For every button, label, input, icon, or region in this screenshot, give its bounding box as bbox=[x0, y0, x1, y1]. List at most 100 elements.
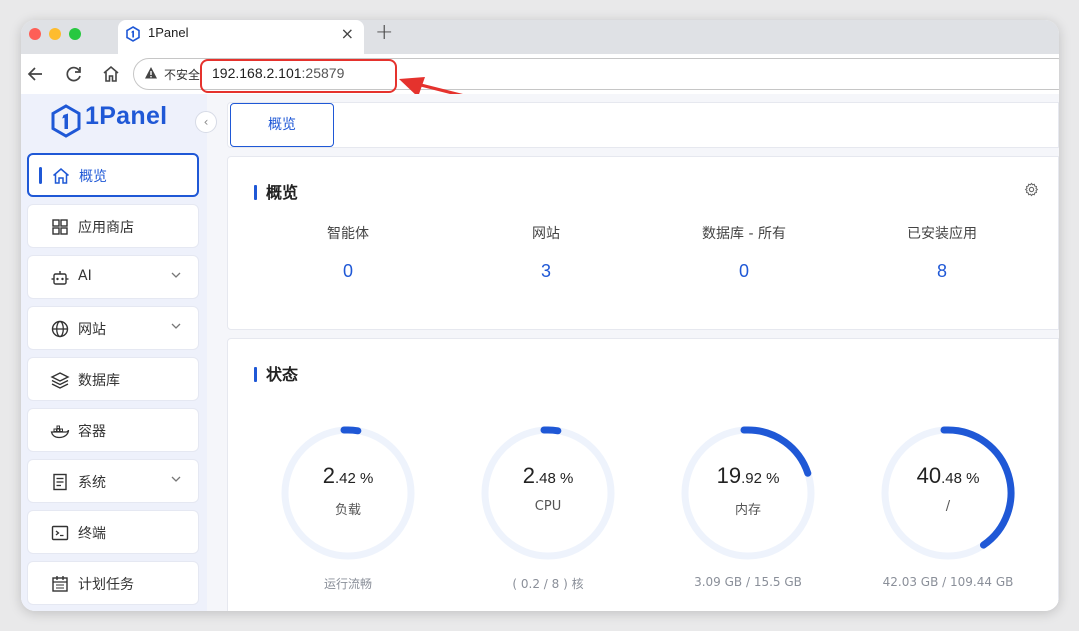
sidebar: 1Panel ‹ 概览 应用商店 AI 网站 数据库 容器 系统 终端 计划任务 bbox=[21, 94, 217, 611]
chevron-down-icon bbox=[171, 323, 181, 329]
1panel-favicon-icon bbox=[126, 26, 140, 46]
active-indicator bbox=[39, 167, 42, 184]
sidebar-item-label: 应用商店 bbox=[78, 220, 134, 236]
insecure-label[interactable]: 不安全 bbox=[164, 66, 200, 83]
sidebar-item-cron[interactable]: 计划任务 bbox=[27, 561, 199, 605]
reload-icon[interactable] bbox=[63, 63, 85, 85]
tab-overview[interactable]: 概览 bbox=[230, 103, 334, 147]
robot-icon bbox=[51, 271, 69, 285]
logo-text: 1Panel bbox=[85, 102, 168, 130]
gauge-value: 40.48 % bbox=[916, 463, 980, 488]
stat-agents[interactable]: 智能体 0 bbox=[248, 223, 448, 282]
sidebar-item-label: 数据库 bbox=[78, 373, 120, 389]
gauge-label: CPU bbox=[534, 499, 562, 514]
sidebar-item-label: 系统 bbox=[78, 475, 106, 491]
stat-label: 数据库 - 所有 bbox=[702, 226, 786, 242]
gauge-arc bbox=[340, 426, 362, 435]
sidebar-item-overview[interactable]: 概览 bbox=[27, 153, 199, 197]
new-tab-button[interactable]: + bbox=[375, 20, 393, 45]
docker-icon bbox=[50, 425, 70, 439]
gauge-footer: 3.09 GB / 15.5 GB bbox=[694, 575, 802, 589]
stat-label: 网站 bbox=[532, 226, 560, 242]
gauge-label: 负载 bbox=[334, 503, 361, 518]
gauge-label: 内存 bbox=[734, 503, 761, 518]
gauge-inner bbox=[293, 438, 403, 548]
gauge-value: 2.48 % bbox=[522, 463, 574, 488]
sidebar-item-label: 终端 bbox=[78, 526, 106, 542]
stat-value[interactable]: 8 bbox=[842, 261, 1042, 282]
gauge-value: 2.42 % bbox=[322, 463, 374, 488]
stat-value[interactable]: 0 bbox=[248, 261, 448, 282]
tab-strip: 1Panel × + bbox=[21, 20, 1059, 54]
stat-installed-apps[interactable]: 已安装应用 8 bbox=[842, 223, 1042, 282]
stat-label: 已安装应用 bbox=[907, 226, 977, 242]
apps-grid-icon bbox=[52, 219, 68, 235]
status-title-text: 状态 bbox=[266, 365, 299, 384]
sidebar-item-databases[interactable]: 数据库 bbox=[27, 357, 199, 401]
globe-icon bbox=[51, 320, 69, 338]
gauge-disk[interactable]: 40.48 % / 42.03 GB / 109.44 GB bbox=[878, 423, 1018, 611]
maximize-window-button[interactable] bbox=[69, 28, 81, 40]
page-tab-bar: 概览 bbox=[227, 102, 1059, 148]
status-title: 状态 bbox=[254, 361, 298, 385]
gauge-ring bbox=[281, 426, 415, 560]
stat-value[interactable]: 0 bbox=[644, 261, 844, 282]
sidebar-item-system[interactable]: 系统 bbox=[27, 459, 199, 503]
gauge-footer: 42.03 GB / 109.44 GB bbox=[882, 575, 1014, 589]
gauge-inner bbox=[493, 438, 603, 548]
sidebar-item-label: AI bbox=[78, 268, 92, 284]
sidebar-item-label: 概览 bbox=[79, 169, 107, 185]
gauge-inner bbox=[693, 438, 803, 548]
gauge-memory[interactable]: 19.92 % 内存 3.09 GB / 15.5 GB bbox=[678, 423, 818, 611]
back-arrow-icon[interactable] bbox=[25, 63, 47, 85]
app-area: 1Panel ‹ 概览 应用商店 AI 网站 数据库 容器 系统 终端 计划任务… bbox=[21, 94, 1059, 611]
1panel-logo-icon bbox=[51, 104, 81, 138]
gauge-footer: 运行流畅 bbox=[323, 577, 372, 591]
sidebar-item-label: 网站 bbox=[78, 322, 106, 338]
collapse-sidebar-button[interactable]: ‹ bbox=[195, 111, 217, 133]
layers-icon bbox=[50, 372, 70, 389]
calendar-icon bbox=[52, 576, 68, 592]
close-window-button[interactable] bbox=[29, 28, 41, 40]
chevron-down-icon bbox=[171, 476, 181, 482]
overview-card: 概览 智能体 0 网站 3 数据库 - 所有 0 已安装应用 8 bbox=[227, 156, 1059, 330]
sidebar-item-label: 容器 bbox=[78, 424, 106, 440]
overview-title-text: 概览 bbox=[266, 183, 299, 202]
gauge-value: 19.92 % bbox=[716, 463, 780, 488]
url-annotation-box bbox=[200, 59, 397, 93]
gauge-label: / bbox=[945, 499, 951, 514]
minimize-window-button[interactable] bbox=[49, 28, 61, 40]
stat-label: 智能体 bbox=[327, 226, 369, 242]
gauge-ring bbox=[681, 426, 815, 560]
sidebar-item-ai[interactable]: AI bbox=[27, 255, 199, 299]
stat-websites[interactable]: 网站 3 bbox=[446, 223, 646, 282]
warning-icon[interactable] bbox=[144, 66, 158, 80]
main-content: 概览 概览 智能体 0 网站 3 数据库 - 所有 0 已安装应用 8 状态 2.42 … bbox=[227, 94, 1059, 611]
sidebar-item-websites[interactable]: 网站 bbox=[27, 306, 199, 350]
home-icon[interactable] bbox=[100, 63, 122, 85]
gauge-footer: ( 0.2 / 8 ) 核 bbox=[512, 577, 584, 591]
browser-tab[interactable]: 1Panel × bbox=[118, 20, 364, 54]
title-accent-bar bbox=[254, 185, 257, 200]
home-icon bbox=[53, 168, 69, 184]
sidebar-item-label: 计划任务 bbox=[78, 577, 134, 593]
gauge-arc bbox=[540, 426, 562, 435]
server-icon bbox=[53, 473, 67, 491]
sidebar-item-containers[interactable]: 容器 bbox=[27, 408, 199, 452]
gear-icon[interactable] bbox=[1024, 182, 1039, 197]
status-card: 状态 2.42 % 负载 运行流畅 2.48 % CPU ( 0.2 / 8 )… bbox=[227, 338, 1059, 611]
gauge-load[interactable]: 2.42 % 负载 运行流畅 bbox=[278, 423, 418, 611]
tab-close-icon[interactable]: × bbox=[341, 24, 354, 43]
stat-value[interactable]: 3 bbox=[446, 261, 646, 282]
browser-window: 1Panel × + 不安全 192.168.2.101:25879 1Pane… bbox=[21, 20, 1059, 611]
gauge-ring bbox=[481, 426, 615, 560]
overview-title: 概览 bbox=[254, 179, 298, 203]
stat-databases[interactable]: 数据库 - 所有 0 bbox=[644, 223, 844, 282]
gauge-inner bbox=[893, 438, 1003, 548]
gauge-cpu[interactable]: 2.48 % CPU ( 0.2 / 8 ) 核 bbox=[478, 423, 618, 611]
sidebar-item-terminal[interactable]: 终端 bbox=[27, 510, 199, 554]
chevron-down-icon bbox=[171, 272, 181, 278]
tab-title: 1Panel bbox=[148, 25, 189, 40]
sidebar-item-app-store[interactable]: 应用商店 bbox=[27, 204, 199, 248]
title-accent-bar bbox=[254, 367, 257, 382]
